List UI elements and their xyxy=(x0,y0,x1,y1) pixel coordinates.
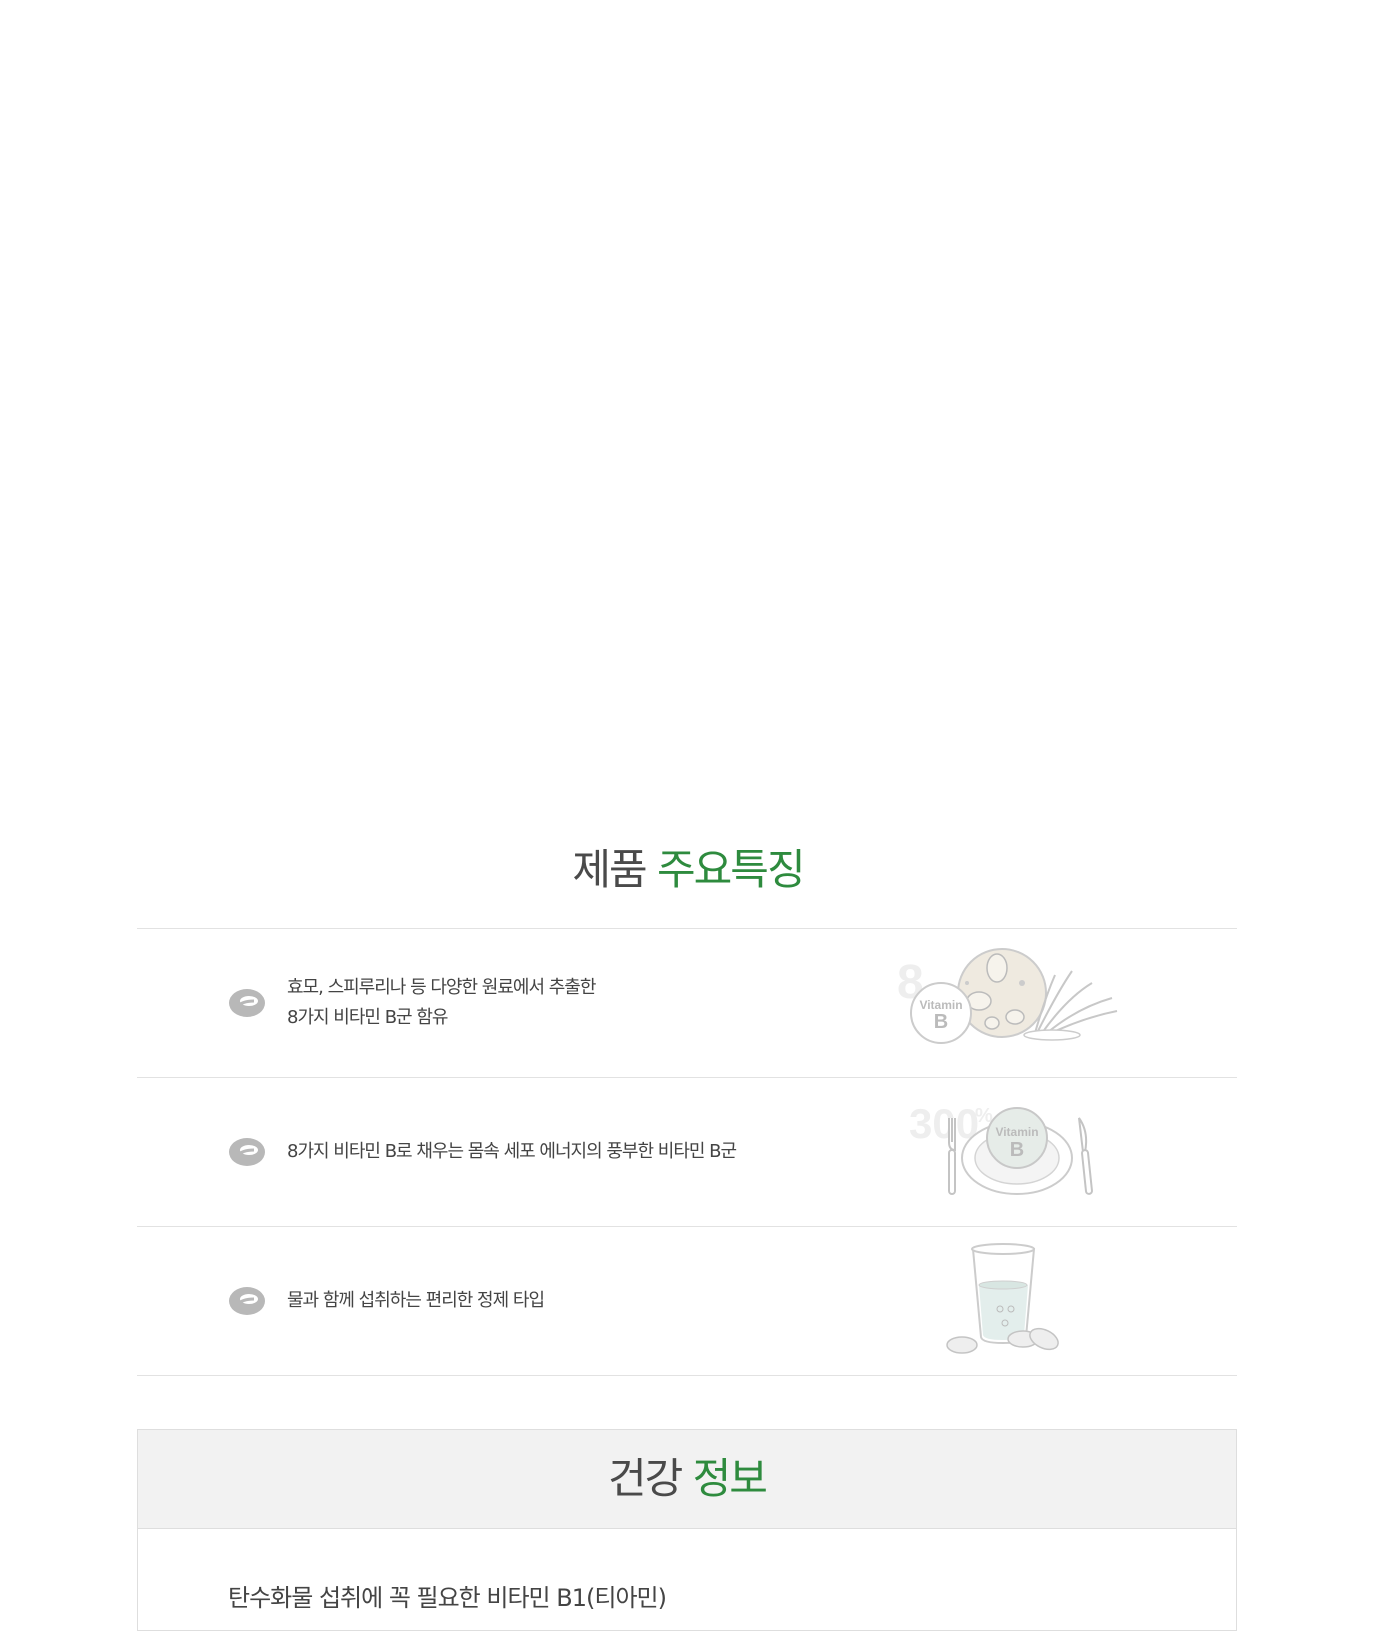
yeast-spirulina-icon: 8 Vitamin B xyxy=(897,948,1118,1044)
feature-text-line2: 8가지 비타민 B군 함유 xyxy=(287,1007,448,1028)
features-title: 제품 주요특징 xyxy=(0,840,1376,900)
health-subtitle: 탄수화물 섭취에 꼭 필요한 비타민 B1(티아민) xyxy=(228,1584,667,1612)
health-info-box: 건강 정보 탄수화물 섭취에 꼭 필요한 비타민 B1(티아민) xyxy=(137,1429,1237,1631)
illust-badge-top: Vitamin xyxy=(919,998,962,1012)
features-title-part1: 제품 xyxy=(572,845,647,894)
leaf-bullet-icon xyxy=(229,989,265,1017)
health-title-part2: 정보 xyxy=(692,1454,768,1503)
leaf-bullet-icon xyxy=(229,1138,265,1166)
feature-row: 8가지 비타민 B로 채우는 몸속 세포 에너지의 풍부한 비타민 B군 300… xyxy=(137,1077,1237,1226)
health-info-title: 건강 정보 xyxy=(138,1430,1236,1529)
leaf-bullet-icon xyxy=(229,1287,265,1315)
plate-fork-knife-icon: 300 % Vitamin B xyxy=(909,1100,1093,1195)
illust-badge-bottom: B xyxy=(1010,1139,1024,1161)
feature-list: 효모, 스피루리나 등 다양한 원료에서 추출한 8가지 비타민 B군 함유 8… xyxy=(137,928,1237,1376)
feature-text: 8가지 비타민 B로 채우는 몸속 세포 에너지의 풍부한 비타민 B군 xyxy=(287,1078,737,1226)
feature-text: 물과 함께 섭취하는 편리한 정제 타입 xyxy=(287,1227,545,1375)
health-title-part1: 건강 xyxy=(608,1454,683,1503)
blank-image-area xyxy=(0,0,1376,820)
illust-badge-top: Vitamin xyxy=(995,1125,1038,1139)
features-title-part2: 주요특징 xyxy=(657,845,806,894)
water-glass-tablets-icon xyxy=(946,1243,1059,1354)
illust-badge-bottom: B xyxy=(934,1011,948,1033)
feature-row: 물과 함께 섭취하는 편리한 정제 타입 xyxy=(137,1226,1237,1376)
feature-text-line1: 효모, 스피루리나 등 다양한 원료에서 추출한 xyxy=(287,977,596,998)
feature-text-line1: 8가지 비타민 B로 채우는 몸속 세포 에너지의 풍부한 비타민 B군 xyxy=(287,1141,737,1162)
feature-text-line1: 물과 함께 섭취하는 편리한 정제 타입 xyxy=(287,1290,545,1311)
feature-row: 효모, 스피루리나 등 다양한 원료에서 추출한 8가지 비타민 B군 함유 8… xyxy=(137,928,1237,1077)
feature-text: 효모, 스피루리나 등 다양한 원료에서 추출한 8가지 비타민 B군 함유 xyxy=(287,929,596,1077)
